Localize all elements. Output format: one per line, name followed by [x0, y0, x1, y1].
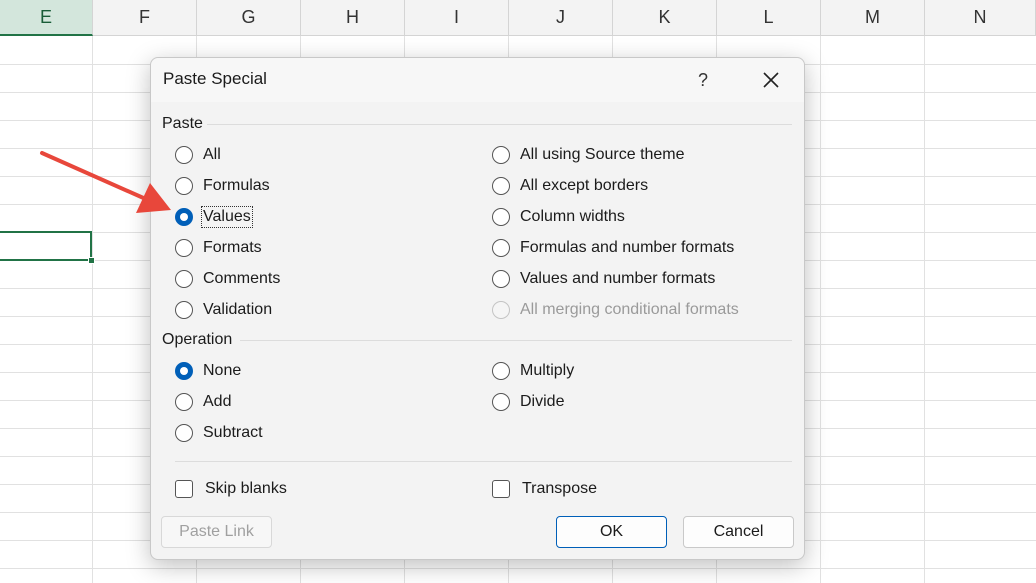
annotation-arrow-icon	[40, 151, 171, 213]
